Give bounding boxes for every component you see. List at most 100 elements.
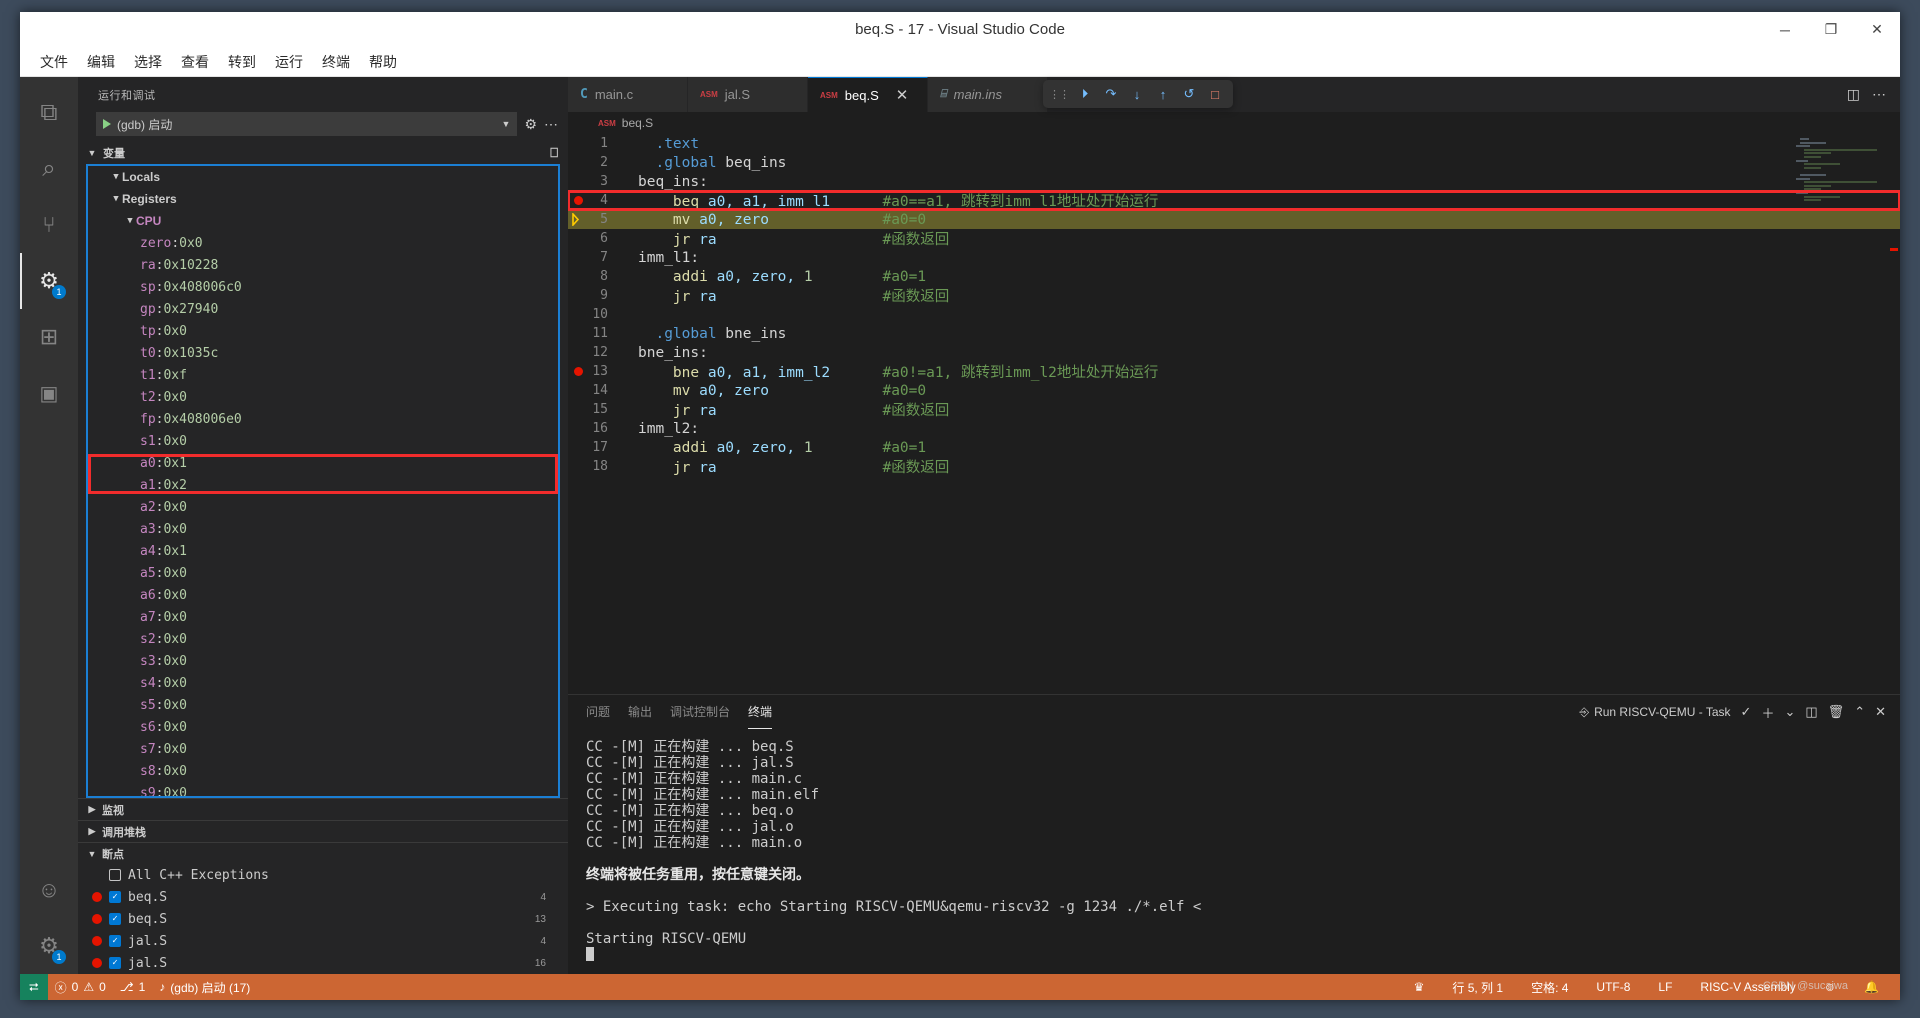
callstack-section-header[interactable]: ▶ 调用堆栈 <box>78 820 568 842</box>
code-line[interactable]: 1 .text <box>568 134 1900 153</box>
checkbox-checked-icon[interactable]: ✓ <box>109 935 121 947</box>
close-icon[interactable]: ✕ <box>896 86 909 104</box>
register-row[interactable]: s4: 0x0 <box>88 672 558 694</box>
checkbox-checked-icon[interactable]: ✓ <box>109 913 121 925</box>
notifications-icon[interactable]: 🔔 <box>1857 974 1886 1000</box>
continue-button[interactable]: ⏵ <box>1073 82 1097 106</box>
register-row[interactable]: sp: 0x408006c0 <box>88 276 558 298</box>
register-row[interactable]: s1: 0x0 <box>88 430 558 452</box>
code-line[interactable]: 14 mv a0, zero #a0=0 <box>568 381 1900 400</box>
code-line[interactable]: 8 addi a0, zero, 1 #a0=1 <box>568 267 1900 286</box>
code-line[interactable]: 18 jr ra #函数返回 <box>568 457 1900 476</box>
start-debug-icon[interactable] <box>103 119 111 129</box>
code-line[interactable]: 6 jr ra #函数返回 <box>568 229 1900 248</box>
terminal-dropdown-icon[interactable]: ⌄ <box>1784 704 1795 720</box>
variables-section-header[interactable]: ▼ 变量 ⎕ <box>78 142 568 164</box>
new-terminal-icon[interactable]: ＋ <box>1761 703 1774 722</box>
maximize-button[interactable]: ❐ <box>1808 12 1854 47</box>
register-row[interactable]: a4: 0x1 <box>88 540 558 562</box>
menu-go[interactable]: 转到 <box>220 49 264 75</box>
register-row[interactable]: t1: 0xf <box>88 364 558 386</box>
split-terminal-icon[interactable]: ◫ <box>1805 704 1817 720</box>
end-of-line[interactable]: LF <box>1651 974 1679 1000</box>
code-line[interactable]: 3beq_ins: <box>568 172 1900 191</box>
code-line[interactable]: 2 .global beq_ins <box>568 153 1900 172</box>
breakpoint-row[interactable]: ✓beq.S13 <box>78 908 568 930</box>
breakpoint-dot-icon[interactable] <box>574 367 583 376</box>
editor-minimap[interactable] <box>1796 138 1886 186</box>
remote-indicator[interactable]: ⮂ <box>20 974 48 1000</box>
remote-explorer-icon[interactable]: ▣ <box>20 365 78 421</box>
problems-status[interactable]: ⓧ 0 ⚠ 0 <box>48 974 113 1000</box>
code-line[interactable]: 10 <box>568 305 1900 324</box>
tab-main-ins[interactable]: ⌸ main.ins <box>928 77 1048 112</box>
checkbox-icon[interactable] <box>109 869 121 881</box>
bell-status-icon[interactable]: ♛ <box>1407 974 1432 1000</box>
register-row[interactable]: s5: 0x0 <box>88 694 558 716</box>
breakpoint-dot-icon[interactable] <box>574 196 583 205</box>
register-row[interactable]: s7: 0x0 <box>88 738 558 760</box>
step-out-button[interactable]: ↑ <box>1151 82 1175 106</box>
drag-handle[interactable]: ⋮⋮ <box>1049 88 1069 101</box>
close-button[interactable]: ✕ <box>1854 12 1900 47</box>
variables-tree[interactable]: ▼ Locals ▼ Registers ▼ CPU zero: 0x0ra: … <box>86 164 560 798</box>
register-row[interactable]: a1: 0x2 <box>88 474 558 496</box>
run-debug-icon[interactable]: ⚙ 1 <box>20 253 78 309</box>
code-line[interactable]: 9 jr ra #函数返回 <box>568 286 1900 305</box>
checkbox-checked-icon[interactable]: ✓ <box>109 957 121 969</box>
variables-pane-actions-icon[interactable]: ⎕ <box>550 145 568 161</box>
menu-selection[interactable]: 选择 <box>126 49 170 75</box>
step-into-button[interactable]: ↓ <box>1125 82 1149 106</box>
menu-terminal[interactable]: 终端 <box>314 49 358 75</box>
launch-settings-gear-icon[interactable]: ⚙ <box>524 117 537 131</box>
register-row[interactable]: s3: 0x0 <box>88 650 558 672</box>
breakpoints-section-header[interactable]: ▼ 断点 <box>78 842 568 864</box>
menu-help[interactable]: 帮助 <box>361 49 405 75</box>
code-line[interactable]: 16imm_l2: <box>568 419 1900 438</box>
breakpoint-row[interactable]: ✓beq.S4 <box>78 886 568 908</box>
register-row[interactable]: a7: 0x0 <box>88 606 558 628</box>
cursor-position[interactable]: 行 5, 列 1 <box>1445 974 1510 1000</box>
tab-jal-s[interactable]: ASM jal.S <box>688 77 808 112</box>
code-line[interactable]: 5 mv a0, zero #a0=0 <box>568 210 1900 229</box>
stop-button[interactable]: □ <box>1203 82 1227 106</box>
tab-output[interactable]: 输出 <box>628 695 652 729</box>
sidebar-more-icon[interactable]: ⋯ <box>544 117 558 131</box>
register-row[interactable]: t2: 0x0 <box>88 386 558 408</box>
tab-main-c[interactable]: C main.c <box>568 77 688 112</box>
register-row[interactable]: s6: 0x0 <box>88 716 558 738</box>
code-line[interactable]: 7imm_l1: <box>568 248 1900 267</box>
register-row[interactable]: s2: 0x0 <box>88 628 558 650</box>
tab-problems[interactable]: 问题 <box>586 695 610 729</box>
menu-view[interactable]: 查看 <box>173 49 217 75</box>
register-row[interactable]: a2: 0x0 <box>88 496 558 518</box>
step-over-button[interactable]: ↷ <box>1099 82 1123 106</box>
register-row[interactable]: t0: 0x1035c <box>88 342 558 364</box>
code-editor[interactable]: 1 .text2 .global beq_ins3beq_ins:4 beq a… <box>568 134 1900 694</box>
encoding[interactable]: UTF-8 <box>1589 974 1637 1000</box>
register-row[interactable]: fp: 0x408006e0 <box>88 408 558 430</box>
code-line[interactable]: 11 .global bne_ins <box>568 324 1900 343</box>
indentation[interactable]: 空格: 4 <box>1524 974 1575 1000</box>
explorer-icon[interactable]: ⧉ <box>20 85 78 141</box>
chevron-down-icon[interactable]: ▼ <box>502 119 511 129</box>
breakpoint-row[interactable]: ✓jal.S16 <box>78 952 568 974</box>
register-row[interactable]: s8: 0x0 <box>88 760 558 782</box>
tree-item-locals[interactable]: ▼ Locals <box>88 166 558 188</box>
breakpoint-row[interactable]: All C++ Exceptions <box>78 864 568 886</box>
minimize-button[interactable]: ─ <box>1762 12 1808 47</box>
ports-status[interactable]: ⎇ 1 <box>113 974 153 1000</box>
search-icon[interactable]: ⌕ <box>20 141 78 197</box>
split-editor-icon[interactable]: ◫ <box>1847 86 1860 103</box>
menu-edit[interactable]: 编辑 <box>79 49 123 75</box>
code-line[interactable]: 12bne_ins: <box>568 343 1900 362</box>
menu-run[interactable]: 运行 <box>267 49 311 75</box>
checkbox-checked-icon[interactable]: ✓ <box>109 891 121 903</box>
register-row[interactable]: zero: 0x0 <box>88 232 558 254</box>
tab-beq-s[interactable]: ASM beq.S ✕ <box>808 77 928 112</box>
account-icon[interactable]: ☺ <box>20 862 78 918</box>
tab-debug-console[interactable]: 调试控制台 <box>670 695 730 729</box>
maximize-panel-icon[interactable]: ⌃ <box>1854 704 1865 720</box>
breakpoint-row[interactable]: ✓jal.S4 <box>78 930 568 952</box>
code-line[interactable]: 15 jr ra #函数返回 <box>568 400 1900 419</box>
